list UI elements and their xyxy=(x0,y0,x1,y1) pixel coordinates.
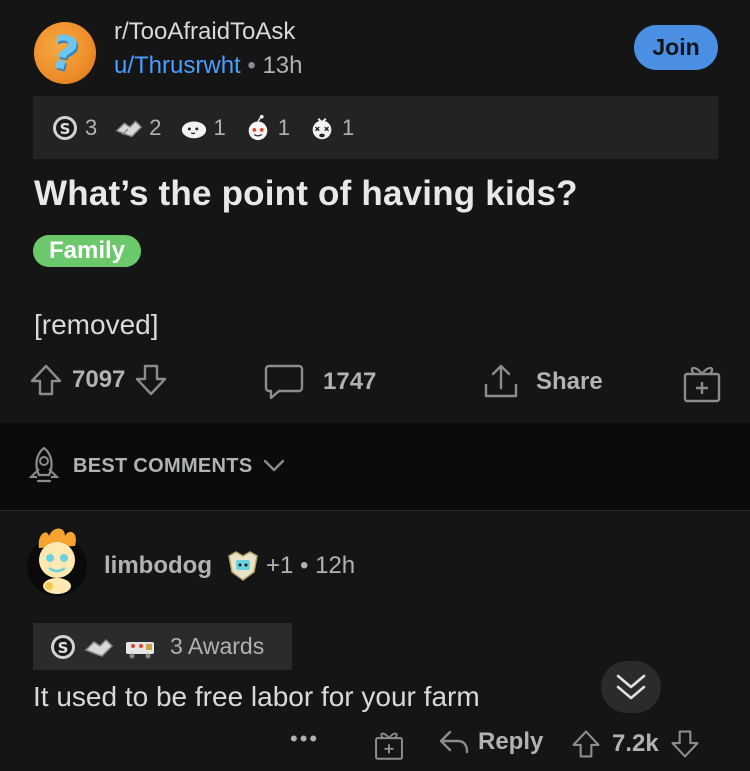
meta-separator: • xyxy=(247,52,256,79)
post-vote-group: 7097 xyxy=(28,362,169,398)
rocket-icon xyxy=(25,445,63,487)
award-count: 1 xyxy=(213,114,226,140)
handshake-award-icon xyxy=(84,634,114,660)
post-awards-bar[interactable]: S 3 2 1 1 1 xyxy=(33,96,718,159)
reply-arrow-icon xyxy=(438,728,470,756)
award-handshake[interactable]: 2 xyxy=(115,114,162,142)
post-time: 13h xyxy=(262,52,303,79)
comment-meta: +1 • 12h xyxy=(266,552,356,579)
gift-award-icon[interactable] xyxy=(373,729,405,761)
divider xyxy=(0,510,750,511)
train-award-icon xyxy=(122,634,158,660)
post-body: [removed] xyxy=(34,309,159,340)
svg-text:S: S xyxy=(60,120,71,138)
comment-count: 1747 xyxy=(323,368,377,395)
post-title[interactable]: What’s the point of having kids? xyxy=(34,174,578,214)
award-count: 3 xyxy=(85,114,98,140)
comment-body: It used to be free labor for your farm xyxy=(33,681,480,712)
reply-label: Reply xyxy=(478,728,544,755)
comment-action-row: ••• Reply 7.2k xyxy=(290,726,730,762)
award-cat[interactable]: 1 xyxy=(180,114,226,142)
sort-label: BEST COMMENTS xyxy=(73,454,253,477)
gift-award-icon[interactable] xyxy=(682,362,722,404)
question-mark-icon: ? xyxy=(45,23,84,83)
share-button[interactable]: Share xyxy=(482,362,603,402)
svg-text:S: S xyxy=(58,639,69,657)
user-flair-icon xyxy=(226,550,260,582)
more-options-icon[interactable]: ••• xyxy=(290,726,319,752)
comment-awards-bar[interactable]: S 3 Awards xyxy=(33,623,292,670)
subreddit-name[interactable]: r/TooAfraidToAsk xyxy=(114,18,295,46)
upvote-icon[interactable] xyxy=(28,362,64,398)
upvote-icon[interactable] xyxy=(570,728,602,760)
join-button[interactable]: Join xyxy=(634,25,718,70)
post-flair[interactable]: Family xyxy=(33,235,142,267)
comment-vote-group: 7.2k xyxy=(570,728,701,760)
dizzy-face-award-icon xyxy=(308,114,336,142)
award-count: 2 xyxy=(149,114,162,140)
silver-award-icon: S xyxy=(50,634,76,660)
award-count: 1 xyxy=(342,114,355,140)
subreddit-avatar[interactable]: ? xyxy=(34,22,96,84)
post-score: 7097 xyxy=(72,366,126,393)
post-author[interactable]: u/Thrusrwht xyxy=(114,52,241,79)
award-dizzy[interactable]: 1 xyxy=(308,114,354,142)
downvote-icon[interactable] xyxy=(133,362,169,398)
share-label: Share xyxy=(536,368,603,395)
reply-button[interactable]: Reply xyxy=(438,728,543,756)
award-count: 1 xyxy=(277,114,290,140)
comments-button[interactable]: 1747 xyxy=(263,362,376,402)
post-meta: u/Thrusrwht • 13h xyxy=(114,52,303,80)
comment-awards-label: 3 Awards xyxy=(170,633,265,659)
chevron-down-icon xyxy=(262,458,286,474)
snoo-award-icon xyxy=(244,114,272,142)
downvote-icon[interactable] xyxy=(669,728,701,760)
collapse-thread-button[interactable] xyxy=(601,661,661,713)
silver-award-icon: S xyxy=(51,114,79,142)
commenter-avatar[interactable] xyxy=(25,526,89,598)
share-icon xyxy=(482,362,520,402)
double-chevron-down-icon xyxy=(613,671,649,703)
award-silver[interactable]: S 3 xyxy=(51,114,97,142)
handshake-award-icon xyxy=(115,114,143,142)
comment-score: 7.2k xyxy=(612,730,659,757)
cat-award-icon xyxy=(180,114,208,142)
comment-sort-dropdown[interactable]: BEST COMMENTS xyxy=(25,445,286,487)
comment-username[interactable]: limbodog xyxy=(104,552,212,580)
comment-bubble-icon xyxy=(263,362,305,402)
award-snoo[interactable]: 1 xyxy=(244,114,290,142)
